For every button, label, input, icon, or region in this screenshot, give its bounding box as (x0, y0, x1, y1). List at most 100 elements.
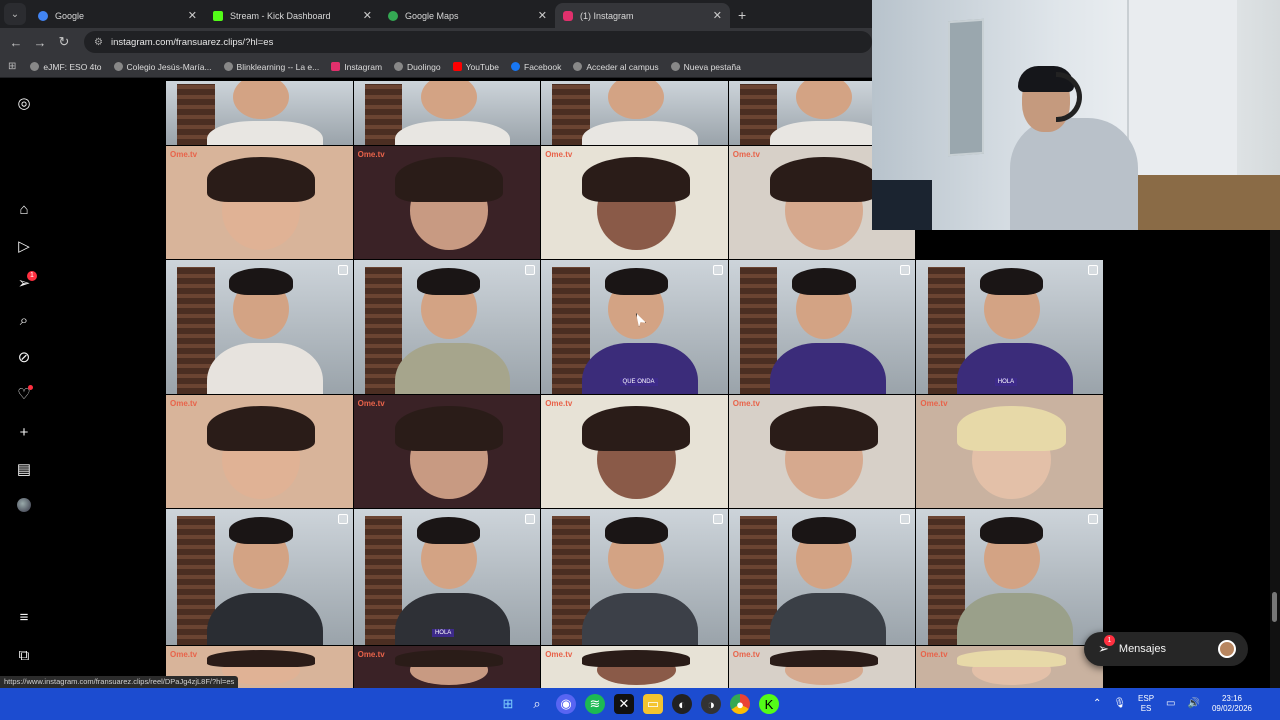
bookmark-item[interactable]: Blinklearning -- La e... (223, 62, 319, 72)
hair (582, 406, 691, 452)
post-thumbnail[interactable] (166, 509, 353, 645)
hair (792, 517, 856, 545)
search-icon[interactable]: ⌕ (527, 694, 547, 714)
start-icon[interactable]: ⊞ (498, 694, 518, 714)
tab-search-icon[interactable]: ⌄ (4, 3, 26, 25)
new-tab-icon[interactable]: + (738, 7, 746, 23)
post-thumbnail[interactable] (166, 81, 353, 145)
url-input[interactable]: ⚙ instagram.com/fransuarez.clips/?hl=es (84, 31, 872, 53)
bookmark-icon (30, 62, 40, 71)
post-thumbnail[interactable]: Ome.tv (353, 395, 541, 508)
close-tab-icon[interactable]: ✕ (363, 9, 372, 22)
messages-badge: 1 (27, 271, 37, 281)
messages-button[interactable]: ➢ 1 Mensajes (1084, 632, 1248, 666)
post-thumbnail[interactable]: Ome.tv (728, 646, 916, 688)
face (608, 81, 665, 120)
network-icon[interactable]: ▭ (1166, 699, 1175, 709)
close-tab-icon[interactable]: ✕ (188, 9, 197, 22)
hair (979, 268, 1044, 295)
reel-icon (900, 514, 911, 524)
close-tab-icon[interactable]: ✕ (538, 9, 547, 22)
post-thumbnail[interactable]: Ome.tv (916, 395, 1103, 508)
bookmark-item[interactable]: eJMF: ESO 4to (30, 62, 102, 72)
file-explorer-icon[interactable]: ▭ (643, 694, 663, 714)
kick-icon[interactable]: K (759, 694, 779, 714)
tab-google-maps[interactable]: Google Maps ✕ (380, 3, 555, 28)
meta-icon[interactable]: ⧉ (14, 646, 34, 666)
post-thumbnail[interactable]: Ome.tv (916, 646, 1103, 688)
profile-avatar[interactable] (14, 498, 34, 518)
bookmark-item[interactable]: Instagram (331, 62, 382, 72)
tab-kick[interactable]: Stream - Kick Dashboard ✕ (205, 3, 380, 28)
forward-icon[interactable]: → (28, 35, 52, 50)
back-icon[interactable]: ← (4, 35, 28, 50)
explore-icon[interactable]: ⊘ (14, 348, 34, 368)
instagram-logo-icon[interactable]: ◎ (14, 94, 34, 114)
post-thumbnail[interactable] (728, 260, 916, 394)
reel-icon (712, 514, 723, 524)
post-thumbnail[interactable]: Ome.tv (166, 146, 353, 259)
torso (394, 120, 511, 145)
messages-icon[interactable]: ➢ 1 (14, 271, 37, 294)
dashboard-icon[interactable]: ▤ (14, 460, 34, 480)
post-thumbnail[interactable] (166, 260, 353, 394)
language-indicator[interactable]: ESP ES (1138, 694, 1154, 714)
bookmark-item[interactable]: Acceder al campus (573, 62, 659, 72)
search-icon[interactable]: ⌕ (14, 311, 34, 331)
bookmark-item[interactable]: Facebook (511, 62, 561, 72)
volume-icon[interactable]: 🔊 (1188, 699, 1200, 709)
reload-icon[interactable]: ↻ (52, 34, 76, 50)
spotify-icon[interactable]: ≋ (585, 694, 605, 714)
post-thumbnail[interactable] (728, 509, 916, 645)
hair (979, 517, 1044, 545)
bookmark-item[interactable]: Colegio Jesús-María... (113, 62, 212, 72)
post-thumbnail[interactable] (353, 260, 541, 394)
post-thumbnail[interactable]: Ome.tv (541, 395, 728, 508)
clock[interactable]: 23:16 09/02/2026 (1212, 694, 1252, 714)
tab-instagram[interactable]: (1) Instagram ✕ (555, 3, 730, 28)
post-thumbnail[interactable]: Ome.tv (541, 646, 728, 688)
post-thumbnail[interactable] (541, 81, 728, 145)
home-icon[interactable]: ⌂ (14, 200, 34, 220)
tray-expand-icon[interactable]: ⌃ (1093, 699, 1101, 709)
ometv-watermark: Ome.tv (357, 150, 385, 159)
hair (394, 157, 503, 203)
site-info-icon[interactable]: ⚙ (94, 37, 103, 48)
post-thumbnail[interactable]: Ome.tv (728, 395, 916, 508)
post-thumbnail[interactable]: Ome.tv (353, 646, 541, 688)
close-tab-icon[interactable]: ✕ (713, 9, 722, 22)
post-thumbnail[interactable]: HOLA (353, 509, 541, 645)
apps-grid-icon[interactable]: ⊞ (8, 61, 16, 72)
scroll-thumb[interactable] (1272, 592, 1277, 622)
shirt-text: HOLA (994, 377, 1018, 386)
notifications-icon[interactable]: ♡ (14, 385, 34, 405)
post-thumbnail[interactable] (541, 509, 728, 645)
tab-google[interactable]: Google ✕ (30, 3, 205, 28)
post-thumbnail[interactable]: HOLA (916, 260, 1103, 394)
reels-icon[interactable]: ▷ (14, 237, 34, 257)
app-icon[interactable]: ◑ (701, 694, 721, 714)
create-icon[interactable]: + (14, 423, 34, 443)
capcut-icon[interactable]: ✕ (614, 694, 634, 714)
obs-icon[interactable]: ◐ (672, 694, 692, 714)
post-thumbnail[interactable]: Ome.tv (353, 146, 541, 259)
post-thumbnail[interactable] (353, 81, 541, 145)
post-thumbnail[interactable] (916, 509, 1103, 645)
bookmark-item[interactable]: Duolingo (394, 62, 441, 72)
hair (417, 268, 481, 295)
reel-icon (525, 514, 536, 524)
bookmark-item[interactable]: Nueva pestaña (670, 62, 741, 72)
torso (582, 120, 698, 145)
post-thumbnail[interactable]: Ome.tv (541, 146, 728, 259)
bookmark-item[interactable]: YouTube (452, 62, 499, 72)
menu-icon[interactable]: ≡ (14, 608, 34, 628)
discord-icon[interactable]: ◉ (556, 694, 576, 714)
post-thumbnail[interactable]: Ome.tv (166, 395, 353, 508)
ometv-watermark: Ome.tv (170, 399, 198, 408)
hair (769, 650, 879, 667)
chrome-icon[interactable]: ● (730, 694, 750, 714)
ometv-watermark: Ome.tv (732, 399, 760, 408)
post-thumbnail[interactable]: QUE ONDA (541, 260, 728, 394)
page-scrollbar[interactable] (1270, 230, 1280, 688)
microphone-icon[interactable]: 🎙 (1113, 699, 1126, 709)
